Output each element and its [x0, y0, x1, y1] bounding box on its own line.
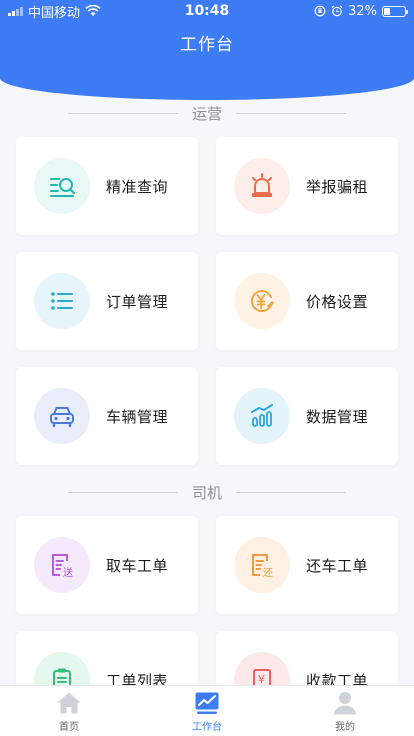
- signal-icon: [8, 6, 23, 16]
- tab-label: 工作台: [192, 722, 222, 733]
- bottom-tab-bar: 首页 工作台 我的: [0, 685, 414, 736]
- return-order-icon: 还: [234, 537, 290, 593]
- card-vehicle-management[interactable]: 车辆管理: [16, 367, 198, 465]
- pickup-order-icon: 送: [34, 537, 90, 593]
- card-label: 车辆管理: [106, 407, 169, 426]
- card-data-management[interactable]: 数据管理: [216, 367, 398, 465]
- yuan-circle-icon: [234, 273, 290, 329]
- badge-text: 还: [263, 567, 273, 579]
- card-label: 订单管理: [106, 292, 169, 311]
- card-label: 价格设置: [306, 292, 369, 311]
- card-label: 取车工单: [106, 556, 169, 575]
- tab-home[interactable]: 首页: [0, 686, 138, 736]
- tab-workbench[interactable]: 工作台: [138, 686, 276, 736]
- home-icon: [57, 692, 81, 714]
- card-precise-query[interactable]: 精准查询: [16, 137, 198, 235]
- wifi-icon: [85, 5, 101, 16]
- card-label: 举报骗租: [306, 177, 369, 196]
- car-icon: [34, 388, 90, 444]
- card-price-settings[interactable]: 价格设置: [216, 252, 398, 350]
- tab-label: 首页: [59, 722, 79, 733]
- alarm-clock-icon: [331, 5, 343, 17]
- badge-text: 送: [63, 566, 73, 579]
- workbench-chart-icon: [195, 692, 219, 714]
- search-list-icon: [34, 158, 90, 214]
- orientation-lock-icon: [314, 5, 326, 17]
- carrier-name: 中国移动: [28, 5, 81, 21]
- card-report-fraud[interactable]: 举报骗租: [216, 137, 398, 235]
- card-label: 数据管理: [306, 407, 369, 426]
- card-label: 精准查询: [106, 177, 169, 196]
- header-banner: 中国移动 10:48 32% 工作台: [0, 0, 414, 100]
- card-order-management[interactable]: 订单管理: [16, 252, 198, 350]
- tab-label: 我的: [335, 722, 355, 733]
- profile-icon: [334, 692, 356, 715]
- list-icon: [34, 273, 90, 329]
- battery-percent: 32%: [348, 3, 377, 19]
- card-return-order[interactable]: 还 还车工单: [216, 516, 398, 614]
- section-title-driver: 司机: [0, 482, 414, 502]
- status-time: 10:48: [184, 3, 230, 19]
- status-bar: 中国移动 10:48 32%: [0, 0, 414, 22]
- tab-profile[interactable]: 我的: [276, 686, 414, 736]
- page-title: 工作台: [180, 35, 234, 55]
- alarm-light-icon: [234, 158, 290, 214]
- battery-icon: [382, 5, 408, 17]
- card-pickup-order[interactable]: 送 取车工单: [16, 516, 198, 614]
- bar-chart-icon: [234, 388, 290, 444]
- card-label: 还车工单: [306, 556, 369, 575]
- section-title-operations: 运营: [0, 103, 414, 123]
